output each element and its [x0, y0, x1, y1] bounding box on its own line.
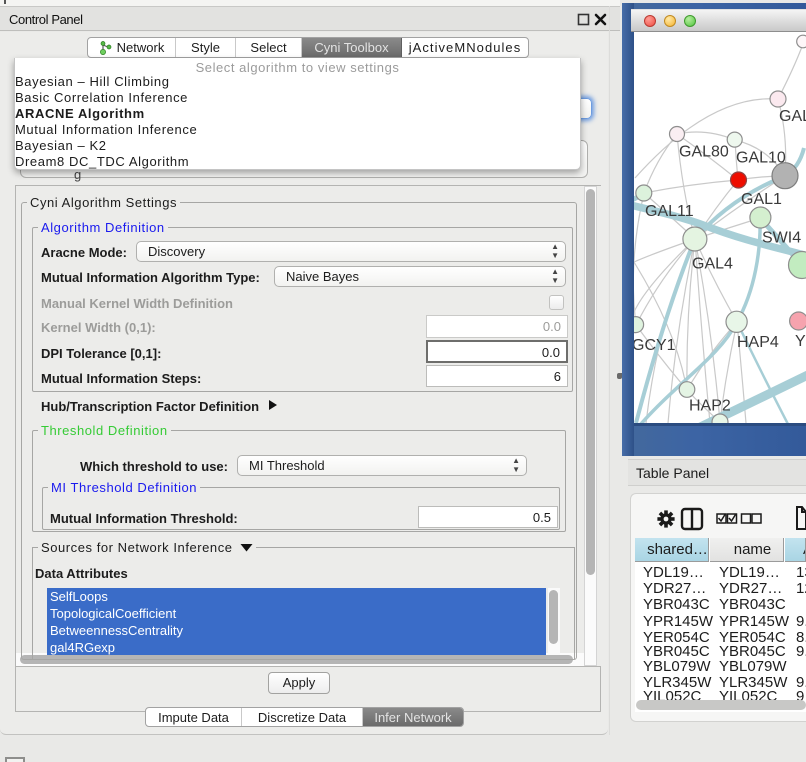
svg-text:GAL80: GAL80 — [679, 144, 729, 161]
svg-text:GAL1: GAL1 — [741, 191, 782, 208]
svg-text:GCY1: GCY1 — [634, 337, 676, 354]
svg-text:SWI4: SWI4 — [762, 230, 801, 247]
svg-text:HAP2: HAP2 — [689, 398, 731, 415]
svg-text:GAL7: GAL7 — [779, 108, 806, 125]
svg-text:GAL11: GAL11 — [645, 203, 694, 220]
svg-text:YP: YP — [795, 333, 806, 350]
svg-text:HAP4: HAP4 — [737, 334, 779, 351]
svg-text:GAL10: GAL10 — [736, 150, 786, 167]
svg-text:GAL4: GAL4 — [692, 256, 733, 273]
